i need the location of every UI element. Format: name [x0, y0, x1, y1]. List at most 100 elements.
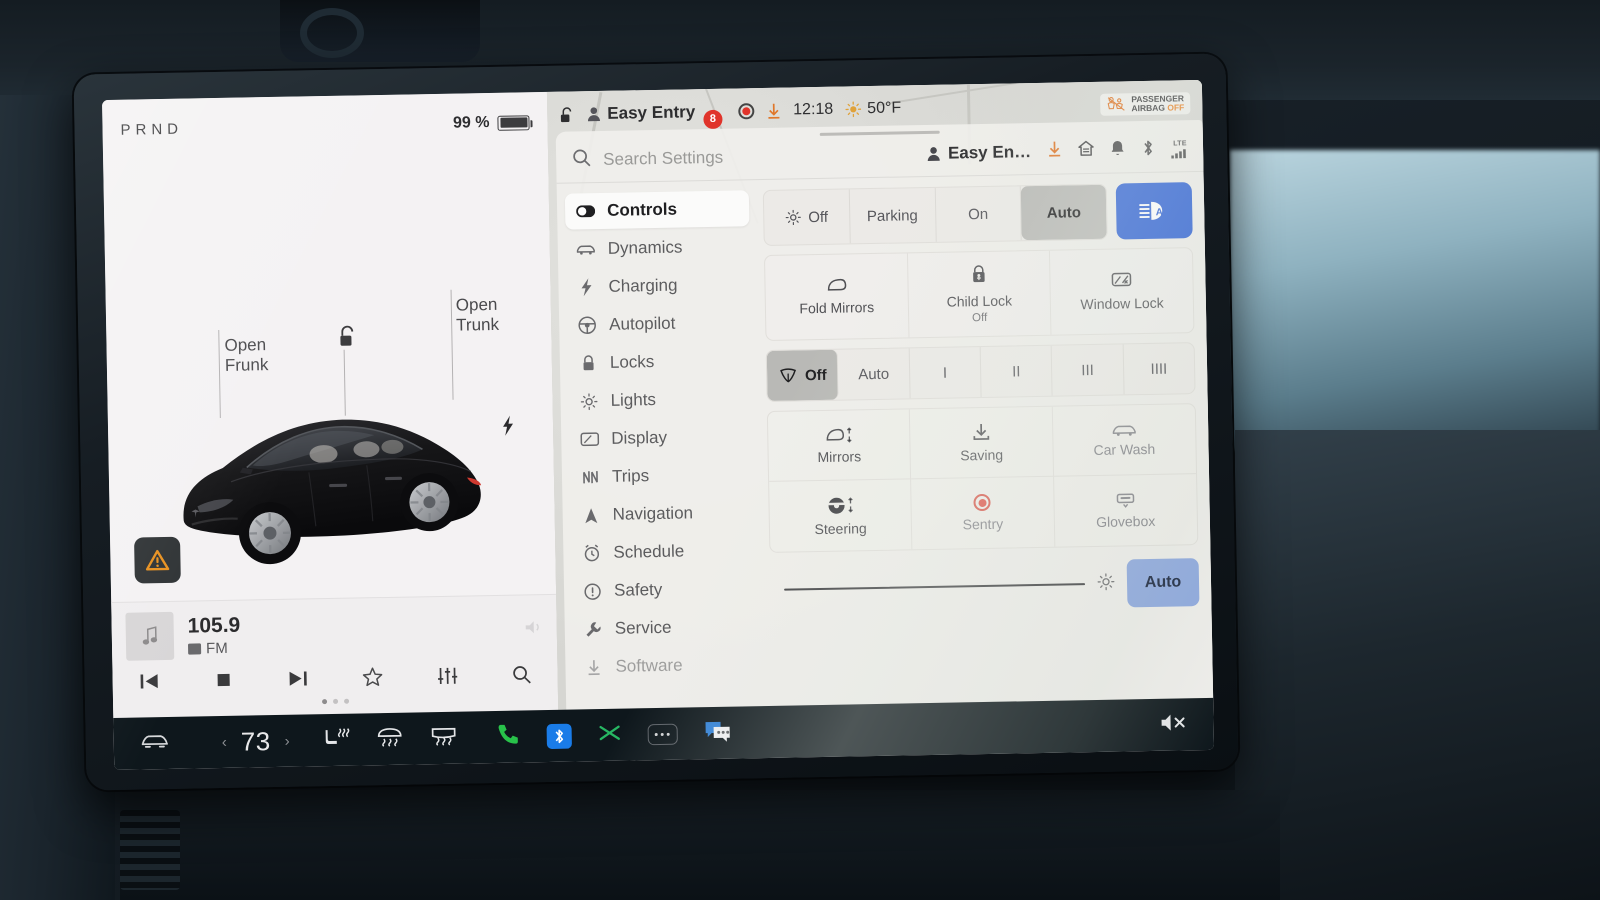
wiper-speed-4-button[interactable]: IIII: [1123, 343, 1194, 394]
sidebar-label: Controls: [606, 199, 678, 220]
mirror-adjust-icon: [826, 426, 852, 443]
brightness-slider[interactable]: [784, 583, 1086, 591]
software-download-icon[interactable]: [766, 102, 781, 119]
headlight-auto-button[interactable]: Auto: [1020, 184, 1107, 241]
equalizer-button[interactable]: [436, 665, 458, 690]
seat-heater-icon[interactable]: [323, 726, 350, 753]
brightness-auto-button[interactable]: Auto: [1126, 558, 1200, 608]
cabin-temperature[interactable]: 73: [241, 726, 271, 758]
sidebar-item-trips[interactable]: Trips: [570, 456, 755, 495]
sidebar-item-dynamics[interactable]: Dynamics: [565, 228, 750, 267]
bell-icon[interactable]: [1110, 139, 1125, 161]
sidebar-label: Schedule: [613, 541, 685, 562]
sidebar-item-service[interactable]: Service: [572, 608, 757, 647]
sidebar-item-controls[interactable]: Controls: [564, 190, 750, 230]
car-icon: [576, 243, 596, 255]
sidebar-label: Trips: [611, 466, 650, 486]
settings-profile-button[interactable]: Easy En…: [926, 142, 1032, 164]
wiper-speed-2-button[interactable]: II: [980, 345, 1053, 398]
glovebox-button[interactable]: Glovebox: [1054, 474, 1198, 547]
unlock-icon[interactable]: [337, 324, 358, 353]
shuffle-icon[interactable]: [597, 722, 621, 747]
download-arrow-icon: [973, 424, 990, 441]
front-defrost-icon[interactable]: [429, 725, 457, 751]
gear-indicator: PRND: [120, 120, 184, 139]
child-lock-button[interactable]: Child Lock Off: [907, 250, 1052, 338]
battery-indicator[interactable]: 99 %: [453, 113, 530, 132]
headlight-mode-group: Off Parking On Auto: [762, 183, 1108, 246]
sidebar-item-locks[interactable]: Locks: [568, 342, 753, 381]
stop-button[interactable]: [213, 670, 233, 693]
steering-adjust-button[interactable]: Steering: [769, 479, 913, 552]
record-circle-icon: [973, 493, 992, 512]
previous-track-button[interactable]: [138, 672, 160, 695]
bluetooth-app-icon[interactable]: [546, 723, 572, 749]
headlight-off-button[interactable]: Off: [763, 189, 851, 245]
saving-button[interactable]: Saving: [910, 406, 1054, 480]
media-source-icon[interactable]: [523, 619, 543, 640]
screen-icon: [579, 432, 599, 447]
sidebar-item-lights[interactable]: Lights: [568, 380, 753, 419]
auto-high-beam-button[interactable]: A: [1115, 182, 1193, 240]
sidebar-item-autopilot[interactable]: Autopilot: [567, 304, 752, 343]
lte-signal-icon[interactable]: LTE: [1171, 140, 1189, 159]
car-wash-button[interactable]: Car Wash: [1052, 404, 1197, 477]
sidebar-item-charging[interactable]: Charging: [566, 266, 751, 305]
search-input[interactable]: Search Settings: [603, 144, 914, 170]
temp-increase-button[interactable]: ›: [285, 732, 290, 749]
sidebar-label: Service: [614, 617, 672, 638]
car-front-icon[interactable]: [140, 731, 170, 755]
weather-widget[interactable]: 50°F: [845, 99, 901, 118]
sidebar-item-display[interactable]: Display: [569, 418, 754, 457]
page-dot: [322, 699, 328, 705]
sidebar-item-navigation[interactable]: Navigation: [570, 494, 755, 533]
bluetooth-icon[interactable]: [1141, 138, 1155, 161]
wiper-speed-1-button[interactable]: I: [909, 347, 982, 399]
next-track-button[interactable]: [286, 669, 308, 692]
airbag-line2: AIRBAG: [1131, 102, 1166, 114]
sentry-mode-button[interactable]: Sentry: [911, 476, 1056, 550]
person-icon: [927, 147, 940, 161]
home-icon[interactable]: [1078, 140, 1094, 162]
wiper-off-button[interactable]: Off: [766, 349, 839, 401]
sidebar-label: Safety: [613, 579, 663, 600]
more-apps-icon[interactable]: [647, 723, 678, 745]
search-media-button[interactable]: [511, 664, 531, 689]
alarm-clock-icon: [581, 544, 601, 562]
notification-badge[interactable]: 8: [703, 109, 723, 129]
volume-muted-icon[interactable]: [1159, 712, 1187, 738]
sidebar-item-safety[interactable]: Safety: [572, 570, 757, 609]
headlight-on-button[interactable]: On: [935, 186, 1022, 242]
download-arrow-icon[interactable]: [1047, 141, 1062, 163]
sentry-recording-icon[interactable]: [738, 103, 755, 120]
headlight-parking-button[interactable]: Parking: [849, 187, 937, 244]
window-lock-button[interactable]: Window Lock: [1050, 248, 1193, 335]
tesla-model3-illustration[interactable]: [159, 377, 503, 583]
lock-status-icon[interactable]: [559, 106, 574, 123]
favorite-button[interactable]: [361, 666, 383, 692]
warning-triangle-icon: [145, 549, 170, 571]
radio-band: FM: [205, 639, 228, 658]
sidebar-item-software[interactable]: Software: [573, 646, 758, 685]
open-frunk-button[interactable]: Open Frunk: [224, 335, 268, 375]
sidebar-label: Display: [611, 427, 668, 448]
messages-icon[interactable]: [703, 718, 732, 748]
mirrors-adjust-button[interactable]: Mirrors: [767, 409, 912, 482]
vehicle-alert-button[interactable]: [134, 536, 181, 584]
wiper-option-label: II: [1011, 362, 1021, 380]
sidebar-item-schedule[interactable]: Schedule: [571, 532, 756, 571]
media-player[interactable]: 105.9 FM: [111, 593, 559, 718]
wrench-icon: [583, 621, 603, 638]
quick-actions-grid: Mirrors Saving Car Wash Steering Sentry …: [766, 403, 1199, 553]
open-trunk-button[interactable]: Open Trunk: [456, 295, 500, 335]
clock[interactable]: 12:18: [793, 101, 833, 120]
wiper-auto-button[interactable]: Auto: [838, 348, 911, 400]
temp-decrease-button[interactable]: ‹: [222, 733, 227, 750]
rear-defrost-icon[interactable]: [375, 726, 403, 752]
phone-icon[interactable]: [495, 722, 521, 752]
fold-mirrors-button[interactable]: Fold Mirrors: [764, 253, 910, 340]
wiper-speed-3-button[interactable]: III: [1051, 344, 1125, 396]
charge-port-icon[interactable]: [500, 415, 516, 442]
car-interior-scene: PRND 99 % Open Frunk Open Trunk 105.9 FM…: [0, 0, 1600, 900]
driver-profile[interactable]: Easy Entry: [586, 102, 695, 124]
